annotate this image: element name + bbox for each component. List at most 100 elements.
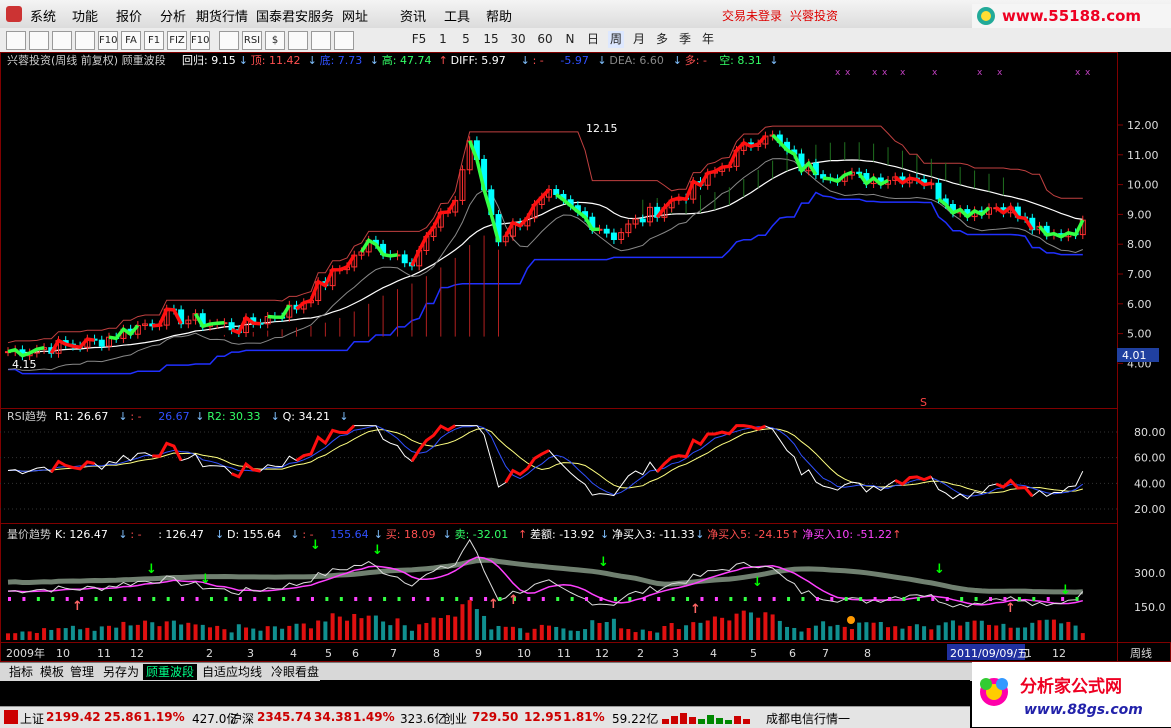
volume-bar [135,624,140,640]
feed-label[interactable]: 成都电信行情一 [766,710,850,727]
menu-item-9[interactable]: 帮助 [486,6,512,25]
volume-bar [914,624,919,640]
volume-bar [575,630,580,640]
f1-icon[interactable]: F1 [144,31,164,50]
tab-0[interactable]: 指标 [6,664,36,680]
vol-signal-block [873,597,877,601]
main-tick-label: 12.00 [1127,119,1159,132]
vol-signal-block [527,597,531,601]
tab-3[interactable]: 另存为 [100,664,142,680]
period-5[interactable]: 60 [535,31,555,48]
volume-bar [280,628,285,640]
volume-bar [106,625,111,640]
candle-body [610,232,617,241]
line-chart-icon[interactable] [52,31,72,50]
period-12[interactable]: 年 [700,31,716,48]
main-header: 兴蓉投资(周线 前复权) 顾重波段 回归: 9.15 ↓ 顶: 11.42 ↓ 底: 7.… [7,53,779,67]
pen-icon[interactable] [334,31,354,50]
rsi-icon[interactable]: RSI [242,31,262,50]
menu-item-5[interactable]: 国泰君安服务 [256,6,334,25]
period-7[interactable]: 日 [585,31,601,48]
tab-4[interactable]: 顾重波段 [143,664,198,680]
move-icon[interactable] [288,31,308,50]
volume-bar [395,618,400,640]
volume-bar [626,629,631,640]
period-8[interactable]: 周 [608,31,624,48]
vol-signal-block [1075,597,1079,601]
menu-item-8[interactable]: 工具 [444,6,470,25]
volume-bar [720,617,725,640]
vol-indicator-arrow: ↑ [892,528,901,541]
volume-bar [965,621,970,640]
menu-bar: 系统 功能 报价 分析 期货行情 国泰君安服务 网址 资讯 工具 帮助 交易未登录 兴蓉投资 ww… [0,0,1171,29]
app-icon [6,6,22,22]
volume-bar [799,631,804,640]
volume-bar [619,628,624,640]
fa-icon[interactable]: FA [121,31,141,50]
volume-bar [1030,622,1035,640]
volume-bar [741,610,746,640]
tab-2[interactable]: 管理 [67,664,97,680]
login-status[interactable]: 交易未登录 [722,7,782,24]
menu-item-3[interactable]: 分析 [160,6,186,25]
volume-bar [763,612,768,640]
volume-bar [662,626,667,640]
menu-item-2[interactable]: 报价 [116,6,142,25]
volume-bar [417,624,422,640]
x-axis-label: 2009年 [6,646,45,660]
volume-bar [1001,623,1006,640]
period-4[interactable]: 30 [508,31,528,48]
period-0[interactable]: F5 [410,31,428,48]
volume-bar [1008,627,1013,640]
sh-index: 2199.42 [46,710,101,724]
volume-bar [633,632,638,640]
volume-bar [1015,627,1020,640]
tab-6[interactable]: 冷眼看盘 [268,664,322,680]
menu-item-6[interactable]: 网址 [342,6,368,25]
stock-chart[interactable]: xxxxxxxxxx ↓ ↓↓↓↓↓↓↓↑ ↑ ↑↑ ↑ 12.0011.0010.00… [0,52,1171,662]
tab-5[interactable]: 自适应均线 [199,664,265,680]
period-10[interactable]: 多 [654,31,670,48]
candle-icon[interactable] [75,31,95,50]
table-icon[interactable] [29,31,49,50]
period-6[interactable]: N [562,31,578,48]
main-indicator: : - [533,54,544,67]
period-9[interactable]: 月 [631,31,647,48]
rsi-header: RSI趋势 R1: 26.67 ↓: -26.67 ↓ R2: 30.33 ↓ Q: 34.… [7,410,349,423]
volume-bar [1066,621,1071,640]
vol-indicator-arrow: ↑ [518,528,527,541]
compare-icon[interactable] [219,31,239,50]
signal-marker: x [882,68,888,78]
volume-bar [1073,625,1078,640]
fiz-icon[interactable]: FIZ [167,31,187,50]
vol-signal-block [714,597,718,601]
menu-item-4[interactable]: 期货行情 [196,6,248,25]
tab-1[interactable]: 模板 [37,664,67,680]
main-indicator: DEA: 6.60 [609,54,663,67]
volume-bar [922,626,927,640]
vol-signal-block [599,597,603,601]
menu-item-1[interactable]: 功能 [72,6,98,25]
volume-bar [583,629,588,640]
period-2[interactable]: 5 [458,31,474,48]
signal-marker: x [997,68,1003,78]
f10a-icon[interactable]: F10 [190,31,210,50]
main-indicator-arrow: ↓ [673,54,682,67]
dollar-icon[interactable]: $ [265,31,285,50]
menu-item-7[interactable]: 资讯 [400,6,426,25]
grid-icon[interactable] [6,31,26,50]
period-3[interactable]: 15 [481,31,501,48]
volume-bar [929,629,934,640]
f10-icon[interactable]: F10 [98,31,118,50]
period-11[interactable]: 季 [677,31,693,48]
vol-signal-block [974,597,978,601]
menu-item-0[interactable]: 系统 [30,6,56,25]
candle-body [639,218,646,223]
cursor-date: 2011/09/09/五 [950,647,1028,660]
export-icon[interactable] [311,31,331,50]
main-indicator: 空: 8.31 [719,53,762,67]
volume-bar [979,620,984,640]
volume-bar [943,622,948,640]
vol-signal-block [282,597,286,601]
period-1[interactable]: 1 [435,31,451,48]
